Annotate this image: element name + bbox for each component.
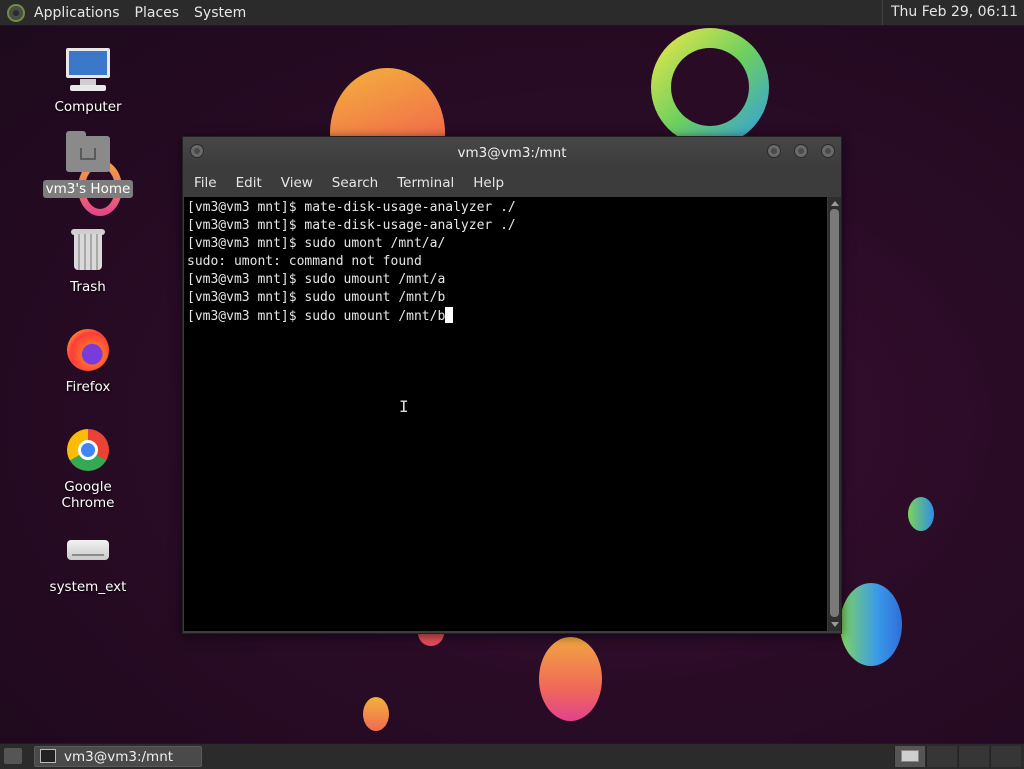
close-button[interactable] bbox=[821, 144, 835, 158]
desktop-icon-label: Firefox bbox=[65, 379, 111, 395]
chrome-icon bbox=[64, 426, 112, 474]
terminal-input-text: [vm3@vm3 mnt]$ sudo umount /mnt/b bbox=[187, 309, 446, 324]
terminal-menubar: File Edit View Search Terminal Help bbox=[183, 169, 841, 196]
desktop-icon-home[interactable]: vm3's Home bbox=[33, 128, 143, 198]
wallpaper-tiny-blob bbox=[363, 697, 389, 731]
terminal-icon bbox=[40, 749, 56, 763]
maximize-button[interactable] bbox=[794, 144, 808, 158]
scroll-up-arrow-icon[interactable] bbox=[831, 201, 839, 206]
menu-terminal[interactable]: Terminal bbox=[397, 175, 454, 191]
trash-icon bbox=[64, 226, 112, 274]
menu-help[interactable]: Help bbox=[473, 175, 504, 191]
desktop-icon-trash[interactable]: Trash bbox=[33, 226, 143, 296]
drive-icon bbox=[64, 526, 112, 574]
window-titlebar[interactable]: vm3@vm3:/mnt bbox=[183, 137, 841, 169]
clock[interactable]: Thu Feb 29, 06:11 bbox=[881, 0, 1024, 25]
terminal-line: [vm3@vm3 mnt]$ sudo umount /mnt/b bbox=[187, 290, 446, 305]
computer-icon bbox=[64, 46, 112, 94]
desktop-icon-label: Trash bbox=[70, 279, 106, 295]
bottom-panel: vm3@vm3:/mnt bbox=[0, 743, 1024, 769]
applications-menu[interactable]: Applications bbox=[34, 5, 120, 21]
scroll-down-arrow-icon[interactable] bbox=[831, 622, 839, 627]
window-title: vm3@vm3:/mnt bbox=[457, 145, 567, 161]
terminal-line: sudo: umont: command not found bbox=[187, 254, 422, 269]
wallpaper-blue-blob bbox=[840, 583, 902, 666]
minimize-button[interactable] bbox=[767, 144, 781, 158]
system-menu[interactable]: System bbox=[194, 5, 246, 21]
terminal-scrollbar[interactable] bbox=[828, 197, 841, 631]
top-panel: Applications Places System Thu Feb 29, 0… bbox=[0, 0, 1024, 26]
desktop-icon-label: Google Chrome bbox=[61, 479, 115, 511]
text-cursor bbox=[445, 307, 454, 323]
desktop-icon-label: system_ext bbox=[49, 579, 127, 595]
mate-logo-icon[interactable] bbox=[7, 3, 25, 22]
places-menu[interactable]: Places bbox=[135, 5, 180, 21]
menu-view[interactable]: View bbox=[281, 175, 313, 191]
workspace-4[interactable] bbox=[990, 746, 1021, 767]
terminal-line: [vm3@vm3 mnt]$ mate-disk-usage-analyzer … bbox=[187, 200, 516, 215]
terminal-line: [vm3@vm3 mnt]$ mate-disk-usage-analyzer … bbox=[187, 218, 516, 233]
mouse-ibeam-cursor-icon: I bbox=[399, 397, 409, 416]
wallpaper-small-blob bbox=[908, 497, 934, 531]
workspace-2[interactable] bbox=[926, 746, 957, 767]
desktop-icon-chrome[interactable]: Google Chrome bbox=[33, 426, 143, 512]
desktop-icon-system-ext[interactable]: system_ext bbox=[33, 526, 143, 596]
workspace-1[interactable] bbox=[894, 746, 925, 767]
wallpaper-ring bbox=[651, 28, 769, 146]
workspace-3[interactable] bbox=[958, 746, 989, 767]
scrollbar-thumb[interactable] bbox=[830, 209, 839, 617]
terminal-line: [vm3@vm3 mnt]$ sudo umount /mnt/a bbox=[187, 272, 446, 287]
terminal-output[interactable]: [vm3@vm3 mnt]$ mate-disk-usage-analyzer … bbox=[184, 197, 827, 631]
desktop-icon-label: vm3's Home bbox=[42, 180, 134, 198]
desktop-icon-computer[interactable]: Computer bbox=[33, 46, 143, 116]
terminal-current-line: [vm3@vm3 mnt]$ sudo umount /mnt/b bbox=[187, 307, 827, 325]
menu-file[interactable]: File bbox=[194, 175, 217, 191]
firefox-icon bbox=[64, 326, 112, 374]
desktop-icon-firefox[interactable]: Firefox bbox=[33, 326, 143, 396]
terminal-line: [vm3@vm3 mnt]$ sudo umont /mnt/a/ bbox=[187, 236, 446, 251]
wallpaper-pink-blob bbox=[539, 637, 602, 721]
home-folder-icon bbox=[64, 128, 112, 176]
desktop-icon-label: Computer bbox=[54, 99, 122, 115]
menu-search[interactable]: Search bbox=[332, 175, 378, 191]
taskbar-item-terminal[interactable]: vm3@vm3:/mnt bbox=[34, 746, 202, 767]
show-desktop-icon[interactable] bbox=[4, 748, 22, 764]
terminal-window[interactable]: vm3@vm3:/mnt File Edit View Search Termi… bbox=[182, 136, 842, 634]
taskbar-item-label: vm3@vm3:/mnt bbox=[64, 749, 174, 765]
menu-edit[interactable]: Edit bbox=[236, 175, 262, 191]
